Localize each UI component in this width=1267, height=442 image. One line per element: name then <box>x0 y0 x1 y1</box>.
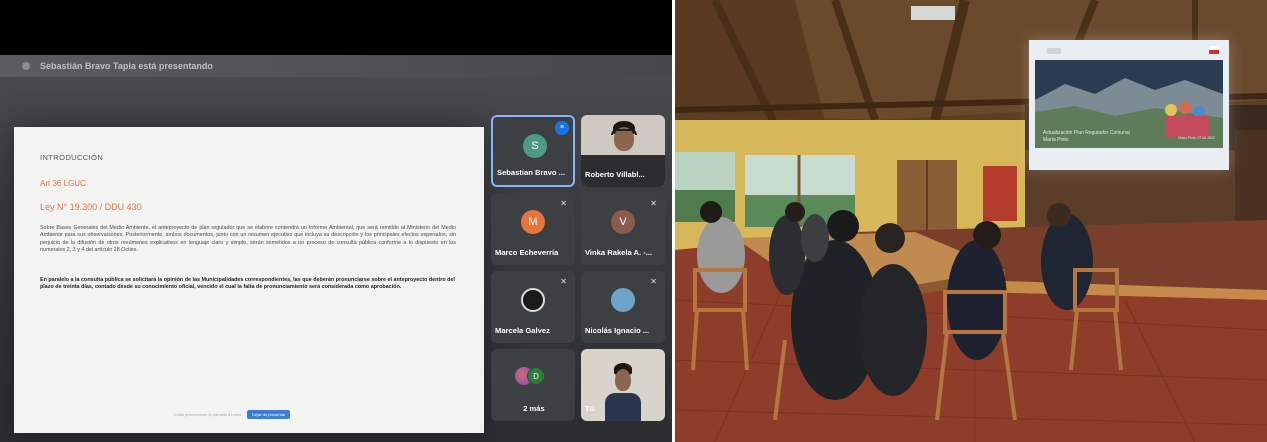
logo <box>1047 48 1061 54</box>
slide-law: Ley N° 19.300 / DDU 430 <box>40 202 142 212</box>
speaking-icon: ≡ <box>555 121 569 135</box>
participant-name: Vinka Rakela A. -... <box>585 248 653 257</box>
self-tile[interactable]: Tú <box>581 349 665 421</box>
presenting-text: Sebastián Bravo Tapia está presentando <box>40 61 213 71</box>
slide-paragraph-1: Sobre Bases Generales del Medio Ambiente… <box>40 225 456 254</box>
flag-icon <box>1209 46 1219 54</box>
avatar: S <box>523 134 547 158</box>
mic-off-icon: ✕ <box>650 199 657 208</box>
mic-off-icon: ✕ <box>560 199 567 208</box>
monitor-screen: Sebastián Bravo Tapia está presentando I… <box>0 55 672 442</box>
participant-name: Sebastian Bravo ... <box>497 168 565 177</box>
participant-tile[interactable]: ≡ S Sebastian Bravo ... <box>491 115 575 187</box>
video-call-photo: Sebastián Bravo Tapia está presentando I… <box>0 0 672 442</box>
presenting-status: Estás presentando tu pantalla a todos <box>174 411 242 417</box>
participant-name: Marcela Galvez <box>495 326 550 335</box>
projector-title-2: María Pinto <box>1043 137 1069 143</box>
more-participants-tile[interactable]: D 2 más <box>491 349 575 421</box>
participant-name: Nicolás Ignacio ... <box>585 326 650 335</box>
avatar: D <box>527 367 545 385</box>
participant-tile[interactable]: ✕ M Marco Echeverría <box>491 193 575 265</box>
participant-tile[interactable]: Roberto Villabl... <box>581 115 665 187</box>
avatar <box>521 288 545 312</box>
participant-name: Marco Echeverría <box>495 248 559 257</box>
participant-name: Tú <box>585 404 595 413</box>
presenting-footer: Estás presentando tu pantalla a todos De… <box>174 409 334 419</box>
projector-date: María Pinto, 07-06-2022 <box>1178 136 1215 140</box>
shared-slide: INTRODUCCIÓN Art 36 LGUC Ley N° 19.300 /… <box>14 127 484 433</box>
participant-tile[interactable]: ✕ Marcela Galvez <box>491 271 575 343</box>
slide-heading: INTRODUCCIÓN <box>40 153 104 162</box>
participant-name: Roberto Villabl... <box>585 170 645 179</box>
slide-article: Art 36 LGUC <box>40 179 86 188</box>
present-icon <box>22 62 30 70</box>
participant-tile[interactable]: ✕ Nicolás Ignacio ... <box>581 271 665 343</box>
projector-screen: Actualización Plan Regulador Comunal Mar… <box>1029 40 1229 170</box>
presenting-banner: Sebastián Bravo Tapia está presentando <box>0 55 672 77</box>
meeting-room-photo: Actualización Plan Regulador Comunal Mar… <box>675 0 1267 442</box>
avatar: M <box>521 210 545 234</box>
stop-presenting-button[interactable]: Dejar de presentar <box>247 409 291 419</box>
avatar: V <box>611 210 635 234</box>
mic-off-icon: ✕ <box>560 277 567 286</box>
avatar <box>611 288 635 312</box>
slide-paragraph-2: En paralelo a la consulta pública se sol… <box>40 277 455 291</box>
participant-tile[interactable]: ✕ V Vinka Rakela A. -... <box>581 193 665 265</box>
participant-name: 2 más <box>523 404 545 413</box>
projector-title-1: Actualización Plan Regulador Comunal <box>1043 130 1130 136</box>
more-avatars: D <box>515 367 555 387</box>
mic-off-icon: ✕ <box>650 277 657 286</box>
